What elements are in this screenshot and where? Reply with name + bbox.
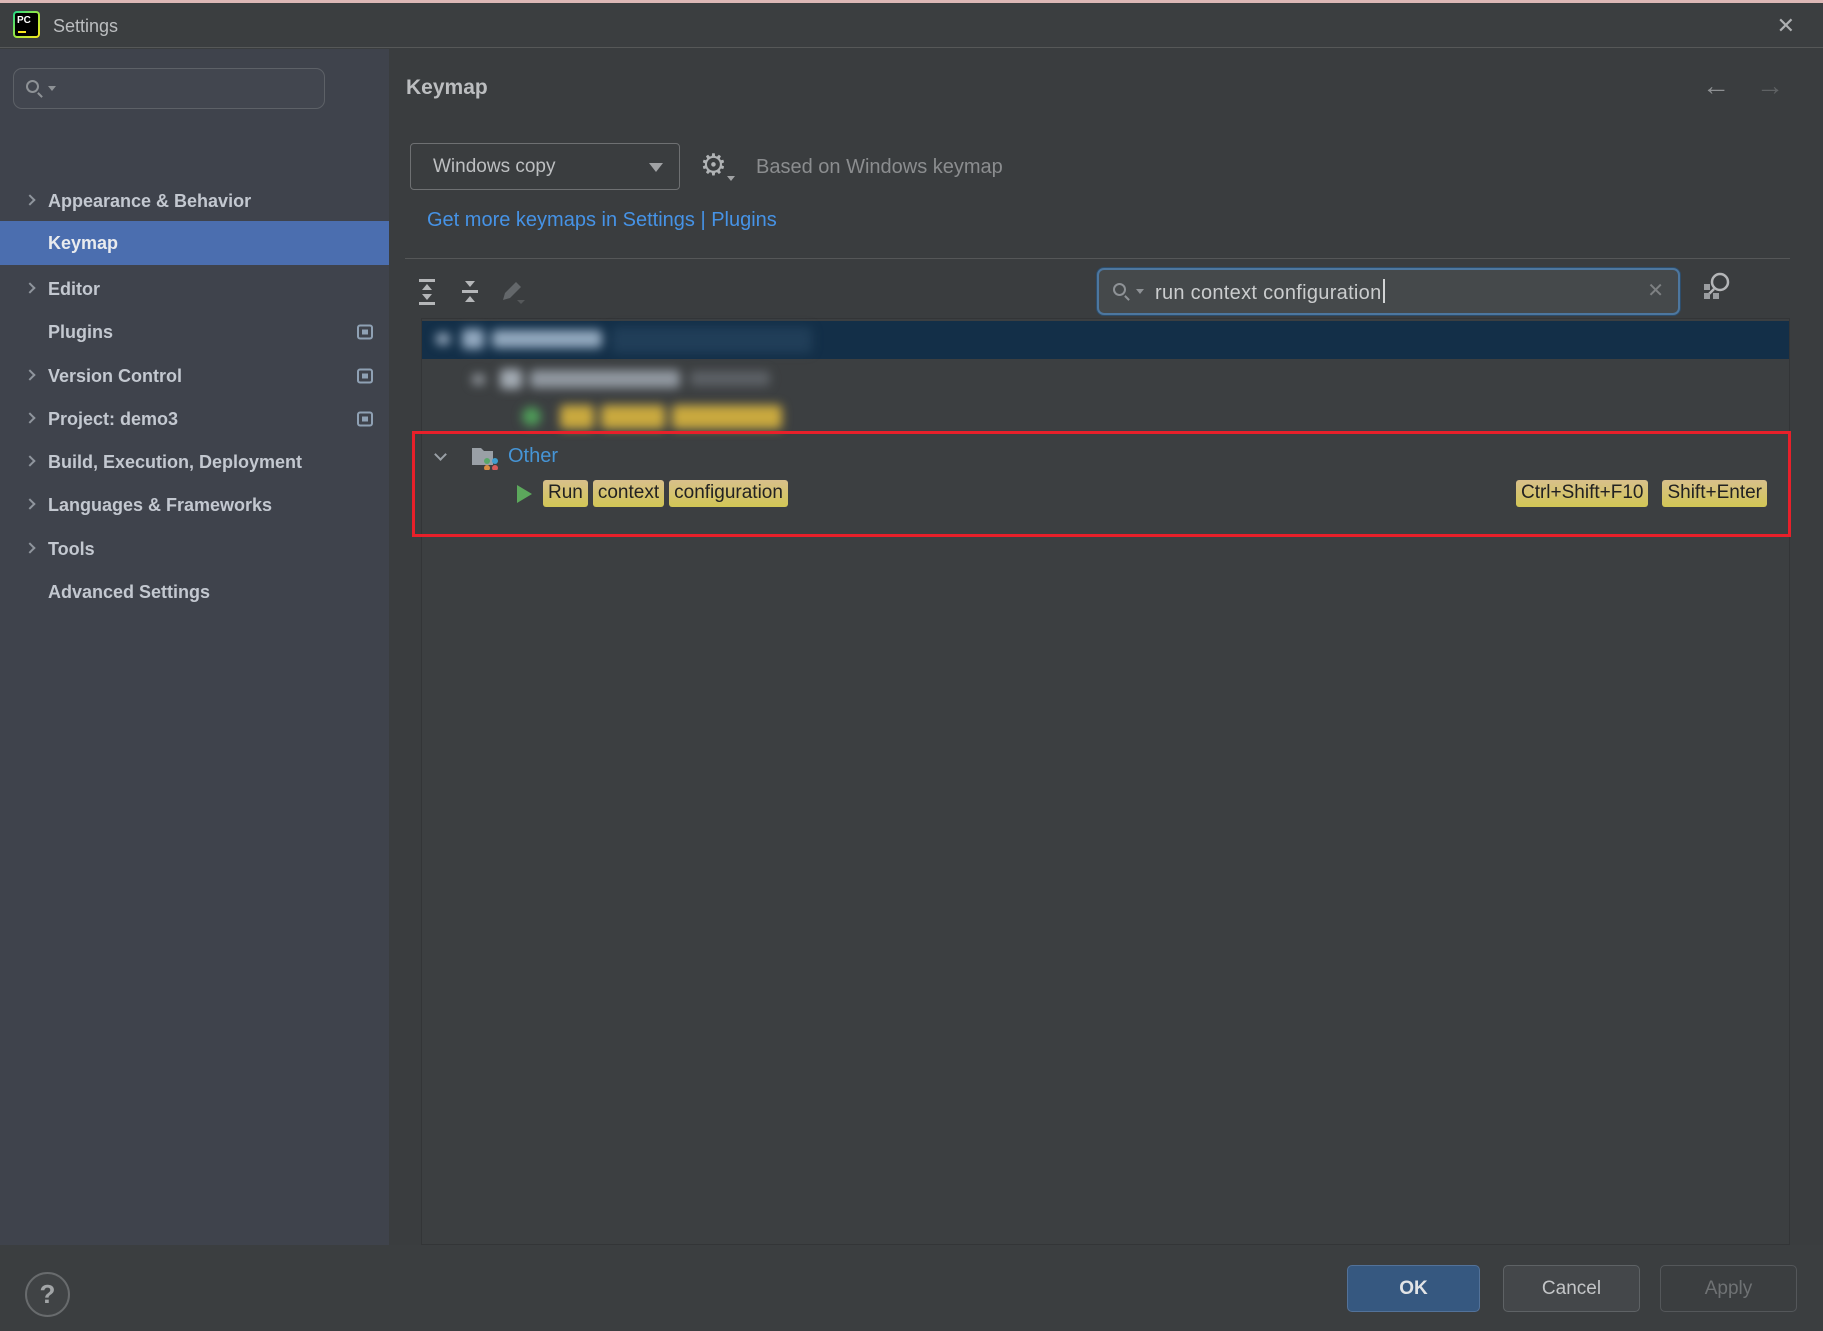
tree-row-run-context-configuration[interactable]: Run context configuration Ctrl+Shift+F10… xyxy=(422,475,1789,513)
chevron-right-icon xyxy=(24,194,35,205)
help-button[interactable]: ? xyxy=(25,1272,70,1317)
sidebar-item-label: Tools xyxy=(48,539,95,559)
window-title: Settings xyxy=(53,16,118,37)
tree-row-blurred-selected[interactable] xyxy=(422,321,1789,359)
sidebar-item-label: Project: demo3 xyxy=(48,409,178,429)
tree-group-label: Other xyxy=(508,445,558,468)
sidebar-item-label: Appearance & Behavior xyxy=(48,191,251,211)
sidebar-item-languages-frameworks[interactable]: Languages & Frameworks xyxy=(0,483,389,527)
sidebar-item-appearance-behavior[interactable]: Appearance & Behavior xyxy=(0,179,389,223)
search-query-text: run context configuration xyxy=(1155,279,1385,305)
back-arrow-icon[interactable]: ← xyxy=(1702,70,1730,102)
tree-row-blurred-highlighted[interactable] xyxy=(422,398,1789,436)
run-icon xyxy=(517,485,532,503)
sidebar-item-tools[interactable]: Tools xyxy=(0,527,389,571)
apply-button[interactable]: Apply xyxy=(1660,1265,1797,1312)
project-settings-icon xyxy=(356,367,374,385)
chevron-right-icon xyxy=(24,369,35,380)
page-title: Keymap xyxy=(406,76,488,100)
cancel-button[interactable]: Cancel xyxy=(1503,1265,1640,1312)
shortcut-chip: Ctrl+Shift+F10 xyxy=(1516,480,1649,507)
forward-arrow-icon[interactable]: → xyxy=(1756,70,1784,102)
sidebar-search-input[interactable] xyxy=(13,68,325,109)
tree-row-blurred[interactable] xyxy=(422,361,1789,399)
sidebar-item-project-demo3[interactable]: Project: demo3 xyxy=(0,397,389,441)
keymap-tree: Other Run context configuration Ctrl+Shi… xyxy=(421,318,1790,1245)
chevron-down-icon xyxy=(1136,289,1144,294)
highlight-chip: configuration xyxy=(669,480,788,507)
sidebar-item-version-control[interactable]: Version Control xyxy=(0,354,389,398)
keymap-select-value: Windows copy xyxy=(433,156,556,177)
sidebar-item-keymap[interactable]: Keymap xyxy=(0,221,389,265)
edit-pencil-icon[interactable] xyxy=(500,279,526,305)
sidebar-item-label: Plugins xyxy=(48,322,113,342)
gear-icon[interactable]: ⚙ xyxy=(700,148,727,183)
keymap-select-dropdown[interactable]: Windows copy xyxy=(410,143,680,190)
search-icon xyxy=(1113,283,1126,296)
chevron-right-icon xyxy=(24,412,35,423)
find-actions-by-shortcut-icon[interactable] xyxy=(1700,270,1734,302)
settings-dialog: PC Settings ✕ Appearance & Behavior Keym… xyxy=(0,0,1823,1331)
ok-button[interactable]: OK xyxy=(1347,1265,1480,1312)
chevron-right-icon xyxy=(24,455,35,466)
pycharm-logo-icon: PC xyxy=(13,11,40,38)
chevron-down-icon xyxy=(649,163,663,172)
tree-group-other[interactable]: Other xyxy=(422,438,1789,476)
shortcut-chip: Shift+Enter xyxy=(1662,480,1767,507)
action-name-highlighted: Run context configuration xyxy=(543,480,788,507)
titlebar: PC Settings ✕ xyxy=(0,3,1823,48)
keymap-search-input[interactable]: run context configuration ✕ xyxy=(1097,268,1680,315)
sidebar-item-advanced-settings[interactable]: Advanced Settings xyxy=(0,570,389,614)
sidebar-item-plugins[interactable]: Plugins xyxy=(0,310,389,354)
search-icon xyxy=(26,80,39,93)
chevron-down-icon[interactable] xyxy=(434,448,447,461)
chevron-down-icon xyxy=(48,86,56,91)
other-group-icon xyxy=(470,444,500,470)
sidebar-item-build-execution-deployment[interactable]: Build, Execution, Deployment xyxy=(0,440,389,484)
highlight-chip: Run xyxy=(543,480,588,507)
sidebar-item-editor[interactable]: Editor xyxy=(0,267,389,311)
sidebar-item-label: Editor xyxy=(48,279,100,299)
divider xyxy=(405,258,1790,259)
sidebar-item-label: Build, Execution, Deployment xyxy=(48,452,302,472)
chevron-right-icon xyxy=(24,282,35,293)
sidebar-item-label: Version Control xyxy=(48,366,182,386)
chevron-right-icon xyxy=(24,498,35,509)
collapse-all-icon[interactable] xyxy=(461,281,479,303)
based-on-label: Based on Windows keymap xyxy=(756,156,1003,179)
text-cursor xyxy=(1383,279,1385,303)
dialog-footer: ? OK Cancel Apply xyxy=(0,1245,1823,1331)
sidebar-item-label: Keymap xyxy=(48,233,118,253)
highlight-chip: context xyxy=(593,480,664,507)
shortcut-list: Ctrl+Shift+F10 Shift+Enter xyxy=(1516,480,1767,507)
clear-search-icon[interactable]: ✕ xyxy=(1647,278,1664,303)
settings-sidebar: Appearance & Behavior Keymap Editor Plug… xyxy=(0,49,389,1245)
chevron-right-icon xyxy=(24,542,35,553)
window-close-icon[interactable]: ✕ xyxy=(1771,11,1801,41)
expand-all-icon[interactable] xyxy=(418,279,436,305)
project-settings-icon xyxy=(356,323,374,341)
get-more-keymaps-link[interactable]: Get more keymaps in Settings | Plugins xyxy=(427,209,777,232)
sidebar-item-label: Advanced Settings xyxy=(48,582,210,602)
project-settings-icon xyxy=(356,410,374,428)
sidebar-item-label: Languages & Frameworks xyxy=(48,495,272,515)
